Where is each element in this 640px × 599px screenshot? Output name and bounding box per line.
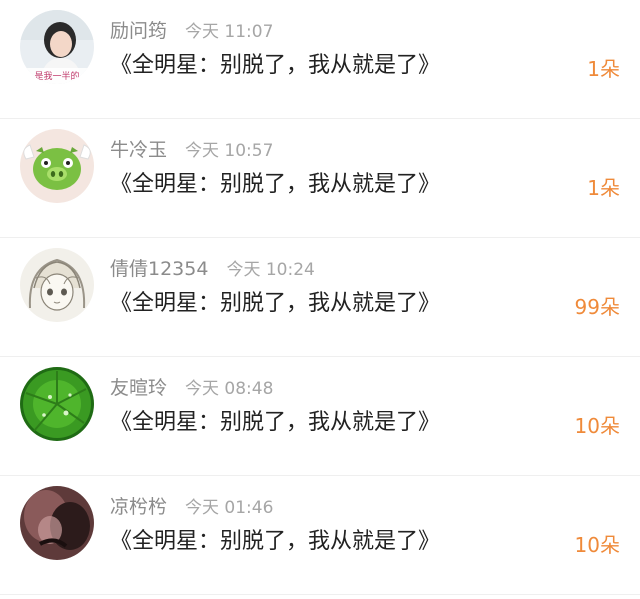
green-leaf-avatar[interactable] [20, 367, 94, 441]
comment-row[interactable]: 牛冷玉 今天 10:57 《全明星：别脱了，我从就是了》 1朵 [0, 119, 640, 238]
comment-text: 《全明星：别脱了，我从就是了》 [110, 53, 441, 78]
comment-text: 《全明星：别脱了，我从就是了》 [110, 410, 441, 435]
flower-count: 99朵 [574, 295, 620, 319]
comment-time: 今天 10:57 [185, 140, 274, 161]
comment-time: 今天 10:24 [226, 259, 315, 280]
user-name[interactable]: 牛冷玉 [110, 135, 167, 162]
comment-row[interactable]: 凉枍枍 今天 01:46 《全明星：别脱了，我从就是了》 10朵 [0, 476, 640, 595]
flower-count: 10朵 [574, 533, 620, 557]
flower-count: 10朵 [574, 414, 620, 438]
comment-row[interactable]: 友暄玲 今天 08:48 《全明星：别脱了，我从就是了》 10朵 [0, 357, 640, 476]
comment-meta: 牛冷玉 今天 10:57 [110, 135, 273, 161]
green-pig-avatar[interactable] [20, 129, 94, 203]
comment-row[interactable]: 倩倩12354 今天 10:24 《全明星：别脱了，我从就是了》 99朵 [0, 238, 640, 357]
dark-photo-avatar[interactable] [20, 486, 94, 560]
comment-meta: 凉枍枍 今天 01:46 [110, 492, 273, 518]
comment-text: 《全明星：别脱了，我从就是了》 [110, 172, 441, 197]
comment-text: 《全明星：别脱了，我从就是了》 [110, 529, 441, 554]
user-name[interactable]: 友暄玲 [110, 373, 167, 400]
girl-photo-avatar[interactable]: 是我一半的 [20, 10, 94, 84]
comment-meta: 励问筠 今天 11:07 [110, 16, 273, 42]
flower-count: 1朵 [587, 57, 620, 81]
avatar-caption: 是我一半的 [34, 70, 79, 82]
comment-meta: 倩倩12354 今天 10:24 [110, 254, 315, 280]
comment-meta: 友暄玲 今天 08:48 [110, 373, 273, 399]
user-name[interactable]: 励问筠 [110, 16, 167, 43]
comment-list: 是我一半的 励问筠 今天 11:07 《全明星：别脱了，我从就是了》 1朵 牛冷… [0, 0, 640, 599]
comment-time: 今天 01:46 [185, 497, 274, 518]
comment-time: 今天 11:07 [185, 21, 274, 42]
comment-text: 《全明星：别脱了，我从就是了》 [110, 291, 441, 316]
anime-sketch-avatar[interactable] [20, 248, 94, 322]
user-name[interactable]: 凉枍枍 [110, 492, 167, 519]
flower-count: 1朵 [587, 176, 620, 200]
comment-row[interactable]: 是我一半的 励问筠 今天 11:07 《全明星：别脱了，我从就是了》 1朵 [0, 0, 640, 119]
comment-time: 今天 08:48 [185, 378, 274, 399]
user-name[interactable]: 倩倩12354 [110, 254, 208, 281]
